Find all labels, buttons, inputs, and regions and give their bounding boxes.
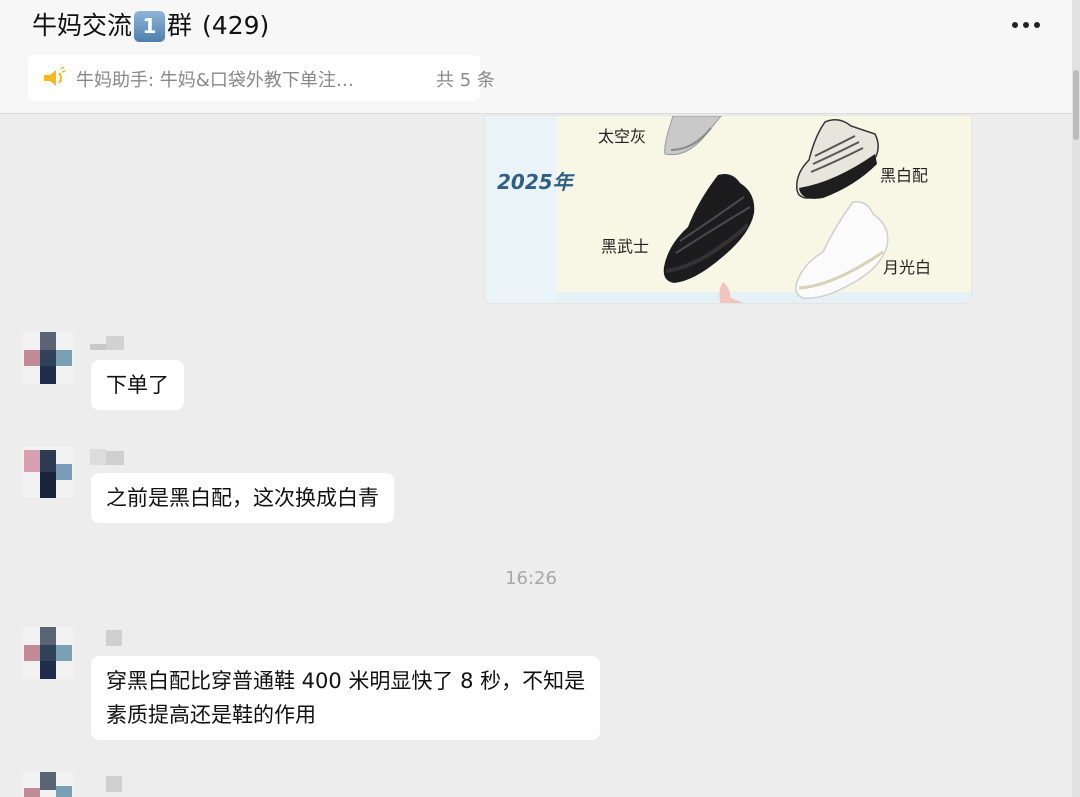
pinned-announcement[interactable]: 牛妈助手: 牛妈&口袋外教下单注… 共 5 条 xyxy=(28,55,495,101)
message-bubble[interactable]: 下单了 xyxy=(91,360,184,410)
image-year: 2025年 xyxy=(497,170,573,194)
chat-title-suffix: 群 xyxy=(167,11,193,40)
chat-header: 牛妈交流 1 群 (429) 牛妈助手: 牛妈&口袋外教下单注… 共 5 条 xyxy=(0,0,1072,114)
scrollbar[interactable] xyxy=(1072,0,1080,797)
shoe-image-message[interactable]: 2025年 太空灰 黑白配 黑武士 月光白 xyxy=(484,115,972,304)
message-text: 之前是黑白配，这次换成白青 xyxy=(106,486,379,510)
message-text-line: 穿黑白配比穿普通鞋 400 米明显快了 8 秒，不知是 xyxy=(106,669,586,693)
label-black-white: 黑白配 xyxy=(880,166,929,185)
shoe-black-warrior-image xyxy=(663,174,755,283)
chat-title-prefix: 牛妈交流 xyxy=(32,11,133,40)
avatar[interactable] xyxy=(22,446,74,498)
nickname-blurred xyxy=(90,334,126,352)
pinned-text: 牛妈助手: 牛妈&口袋外教下单注… xyxy=(76,70,354,91)
image-band xyxy=(485,116,557,303)
avatar[interactable] xyxy=(22,332,74,384)
member-count: (429) xyxy=(202,11,270,40)
shoe-space-gray-image xyxy=(664,116,722,156)
label-space-gray: 太空灰 xyxy=(598,127,647,146)
pinned-count: 共 5 条 xyxy=(436,70,495,91)
image-band xyxy=(557,292,971,303)
speaker-icon xyxy=(44,67,66,86)
chat-title[interactable]: 牛妈交流 1 群 (429) xyxy=(32,8,269,44)
shoe-black-white-image xyxy=(796,119,879,199)
scrollbar-thumb[interactable] xyxy=(1073,70,1079,140)
nickname-blurred xyxy=(106,776,124,794)
message-bubble[interactable]: 之前是黑白配，这次换成白青 xyxy=(91,473,394,523)
avatar[interactable] xyxy=(22,627,74,679)
message-text: 下单了 xyxy=(106,373,169,397)
nickname-blurred xyxy=(90,449,126,467)
label-black-warrior: 黑武士 xyxy=(601,237,650,256)
message-bubble[interactable]: 穿黑白配比穿普通鞋 400 米明显快了 8 秒，不知是 素质提高还是鞋的作用 xyxy=(91,656,601,740)
timestamp: 16:26 xyxy=(505,568,557,589)
shoe-moonlight-white-image xyxy=(795,201,889,299)
keycap-one-badge: 1 xyxy=(134,10,166,42)
hand-fragment-image xyxy=(719,282,744,303)
more-dots-icon[interactable] xyxy=(1012,22,1040,28)
avatar[interactable] xyxy=(22,772,74,797)
message-text-line: 素质提高还是鞋的作用 xyxy=(106,703,316,727)
nickname-blurred xyxy=(106,630,124,648)
